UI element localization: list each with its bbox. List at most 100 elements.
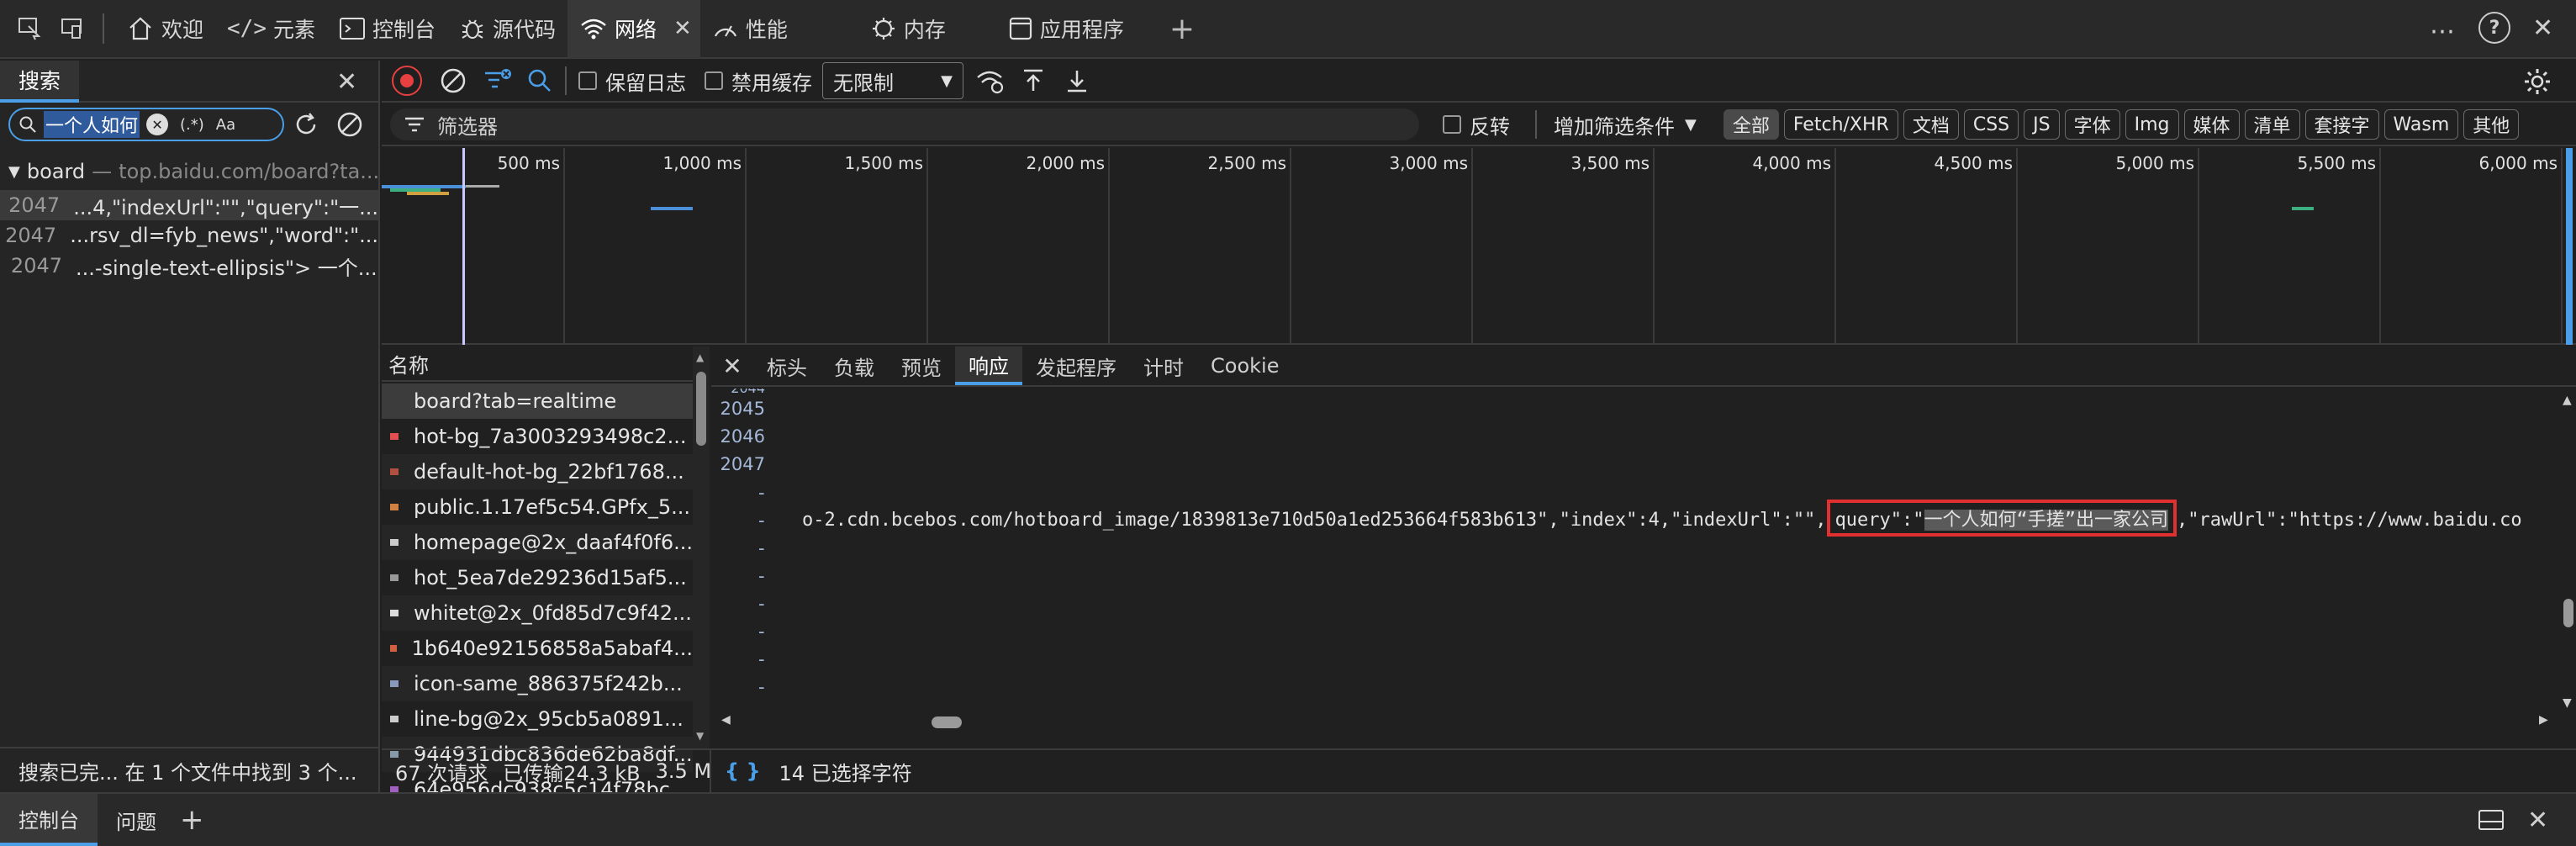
tab-sources[interactable]: 源代码 xyxy=(447,0,567,58)
filter-toggle-icon[interactable] xyxy=(483,66,513,95)
clear-results-icon[interactable] xyxy=(335,109,365,140)
scroll-thumb[interactable] xyxy=(696,372,706,446)
add-tab-icon[interactable]: + xyxy=(1169,12,1195,46)
device-toolbar-icon[interactable] xyxy=(50,16,92,41)
close-drawer-icon[interactable]: ✕ xyxy=(2527,806,2548,835)
type-filter-1[interactable]: Fetch/XHR xyxy=(1783,109,1898,140)
search-icon[interactable] xyxy=(526,67,553,94)
clear-search-icon[interactable]: ✕ xyxy=(146,114,169,135)
scroll-down-icon[interactable]: ▼ xyxy=(696,730,704,742)
throttle-select[interactable]: 无限制 ▼ xyxy=(822,62,963,99)
drawer-tab-label: 控制台 xyxy=(18,808,79,833)
more-options-icon[interactable]: ⋯ xyxy=(2430,17,2455,46)
response-hscrollbar[interactable]: ◀ ▶ xyxy=(711,713,2576,732)
import-har-icon[interactable] xyxy=(1021,67,1046,94)
detail-tab-1[interactable]: 负载 xyxy=(821,346,888,385)
request-row[interactable]: homepage@2x_daaf4f0f6... xyxy=(382,525,693,560)
type-filter-8[interactable]: 清单 xyxy=(2244,109,2300,140)
drawer-tab-issues[interactable]: 问题 xyxy=(98,794,175,846)
match-case-toggle[interactable]: Aa xyxy=(216,116,235,134)
settings-gear-icon[interactable] xyxy=(2522,66,2552,97)
type-filter-3[interactable]: CSS xyxy=(1963,109,2019,140)
type-filter-4[interactable]: JS xyxy=(2024,109,2060,140)
search-input[interactable]: 一个人如何 xyxy=(44,111,140,138)
type-filter-0[interactable]: 全部 xyxy=(1723,109,1779,140)
request-row[interactable]: default-hot-bg_22bf1768... xyxy=(382,454,693,489)
drawer-tab-console[interactable]: 控制台 xyxy=(0,794,98,846)
invert-checkbox[interactable] xyxy=(1443,115,1461,134)
request-row[interactable]: public.1.17ef5c54.GPfx_5... xyxy=(382,489,693,525)
close-search-icon[interactable]: ✕ xyxy=(336,67,357,97)
detail-tab-0[interactable]: 标头 xyxy=(753,346,821,385)
regex-toggle[interactable]: (.*) xyxy=(180,116,204,134)
scroll-up-icon[interactable]: ▲ xyxy=(2563,394,2572,407)
search-box[interactable]: 一个人如何 ✕ (.*) Aa xyxy=(8,108,284,141)
request-row[interactable]: line-bg@2x_95cb5a0891... xyxy=(382,701,693,737)
search-result-line[interactable]: 2047 ...4,"indexUrl":"","query":"一... xyxy=(0,190,378,220)
close-tab-icon[interactable]: ✕ xyxy=(673,16,692,41)
tab-elements[interactable]: </> 元素 xyxy=(215,0,327,58)
request-row[interactable]: 1b640e92156858a5abaf4... xyxy=(382,631,693,666)
request-row[interactable]: board?tab=realtime xyxy=(382,383,693,419)
fold-marker: - xyxy=(758,621,765,642)
type-filter-2[interactable]: 文档 xyxy=(1903,109,1959,140)
scroll-up-icon[interactable]: ▲ xyxy=(696,352,704,363)
request-row[interactable]: whitet@2x_0fd85d7c9f42... xyxy=(382,595,693,631)
detail-tab-2[interactable]: 预览 xyxy=(888,346,955,385)
export-har-icon[interactable] xyxy=(1064,67,1090,94)
request-list-header[interactable]: 名称 xyxy=(382,346,693,382)
preserve-log-checkbox[interactable] xyxy=(578,71,597,90)
inspect-element-icon[interactable] xyxy=(8,16,50,41)
network-conditions-icon[interactable] xyxy=(975,67,1006,94)
tab-welcome[interactable]: 欢迎 xyxy=(114,0,215,58)
request-list-scrollbar[interactable]: ▲ ▼ xyxy=(693,346,710,748)
response-vscrollbar[interactable]: ▲ ▼ xyxy=(2561,389,2576,713)
request-row[interactable]: icon-same_886375f242b... xyxy=(382,666,693,701)
hscroll-thumb[interactable] xyxy=(932,716,962,728)
detail-tab-6[interactable]: Cookie xyxy=(1197,346,1292,385)
detail-tab-3[interactable]: 响应 xyxy=(955,346,1022,385)
request-row[interactable]: hot_5ea7de29236d15af5... xyxy=(382,560,693,595)
search-tab[interactable]: 搜索 xyxy=(0,61,80,103)
type-filter-9[interactable]: 套接字 xyxy=(2304,109,2379,140)
dock-drawer-icon[interactable] xyxy=(2477,807,2505,833)
tab-console[interactable]: 控制台 xyxy=(327,0,447,58)
filter-input[interactable]: 筛选器 xyxy=(390,108,1419,140)
timeline-tick-label: 4,500 ms xyxy=(1934,153,2013,173)
help-icon[interactable]: ? xyxy=(2478,12,2510,44)
clear-icon[interactable] xyxy=(439,66,467,95)
record-icon[interactable] xyxy=(392,66,422,96)
search-result-file[interactable]: ▼ board — top.baidu.com/board?ta... xyxy=(8,160,379,183)
search-result-line[interactable]: 2047 ...rsv_dl=fyb_news","word":"... xyxy=(0,220,378,251)
scroll-down-icon[interactable]: ▼ xyxy=(2563,696,2572,710)
close-devtools-icon[interactable]: ✕ xyxy=(2532,13,2553,43)
more-filters-dropdown[interactable]: 增加筛选条件 ▼ xyxy=(1554,110,1697,140)
scroll-thumb[interactable] xyxy=(2563,599,2573,627)
tab-network[interactable]: 网络 ✕ xyxy=(567,0,700,58)
tab-memory[interactable]: 内存 xyxy=(858,0,958,58)
response-body[interactable]: 2044 2045 2046 2047 ----------- o-2.cdn.… xyxy=(711,389,2561,713)
type-filter-5[interactable]: 字体 xyxy=(2064,109,2120,140)
type-filter-6[interactable]: Img xyxy=(2125,109,2179,140)
scroll-left-icon[interactable]: ◀ xyxy=(721,713,731,727)
timeline-scroll-handle[interactable] xyxy=(2566,148,2573,345)
scroll-right-icon[interactable]: ▶ xyxy=(2539,713,2548,727)
type-filter-11[interactable]: 其他 xyxy=(2463,109,2520,140)
refresh-search-icon[interactable] xyxy=(291,109,321,140)
tab-application[interactable]: 应用程序 xyxy=(996,0,1136,58)
timeline-gridline xyxy=(745,148,747,345)
detail-tab-4[interactable]: 发起程序 xyxy=(1022,346,1130,385)
pretty-print-button[interactable]: { } xyxy=(725,759,761,783)
type-filter-7[interactable]: 媒体 xyxy=(2183,109,2240,140)
line-number-partial: 2044 xyxy=(711,389,765,396)
timeline-overview[interactable]: 500 ms 1,000 ms 1,500 ms 2,000 ms 2,500 ms 3,… xyxy=(382,148,2576,345)
detail-tab-5[interactable]: 计时 xyxy=(1130,346,1197,385)
code-search-match: 一个人如何“手搓”出一家公司 xyxy=(1924,510,2169,531)
tab-performance[interactable]: 性能 xyxy=(700,0,800,58)
disable-cache-checkbox[interactable] xyxy=(705,71,723,90)
close-detail-icon[interactable]: ✕ xyxy=(711,346,753,385)
type-filter-10[interactable]: Wasm xyxy=(2383,109,2459,140)
add-drawer-tab-icon[interactable]: + xyxy=(180,803,204,837)
request-row[interactable]: hot-bg_7a3003293498c2... xyxy=(382,419,693,454)
search-result-line[interactable]: 2047 ...-single-text-ellipsis"> 一个... xyxy=(0,251,378,281)
